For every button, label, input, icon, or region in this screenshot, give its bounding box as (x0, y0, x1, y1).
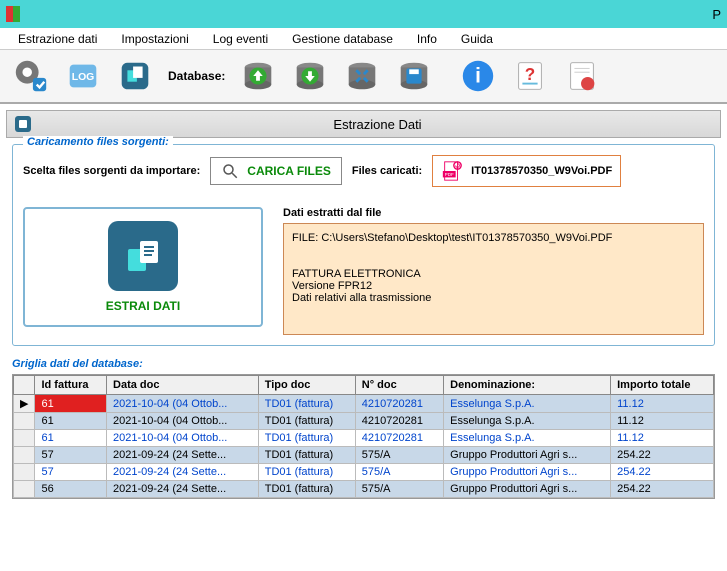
db-download-button[interactable] (285, 53, 335, 99)
grid-header-row: Id fatturaData docTipo docN° docDenomina… (14, 376, 714, 395)
carica-files-label: CARICA FILES (247, 164, 331, 178)
search-icon (221, 162, 239, 180)
panel-icon (15, 116, 31, 132)
extract-data-button[interactable]: ESTRAI DATI (23, 207, 263, 327)
database-label: Database: (168, 69, 225, 83)
titlebar-text: P (28, 7, 721, 22)
help-button[interactable]: ? (505, 53, 555, 99)
db-save-button[interactable] (389, 53, 439, 99)
col-header[interactable]: Data doc (107, 376, 259, 395)
svg-text:i: i (475, 65, 481, 88)
dati-estratti-title: Dati estratti dal file (283, 207, 704, 219)
pdf-icon: PDF (441, 160, 463, 182)
grid-legend: Griglia dati del database: (12, 358, 715, 370)
scelta-label: Scelta files sorgenti da importare: (23, 165, 200, 177)
app-icon (6, 6, 20, 22)
caricamento-fieldset: Caricamento files sorgenti: Scelta files… (12, 144, 715, 346)
extract-label: ESTRAI DATI (106, 299, 180, 313)
col-header[interactable]: Tipo doc (258, 376, 355, 395)
caricamento-legend: Caricamento files sorgenti: (23, 136, 173, 148)
panel-header: Estrazione Dati (6, 110, 721, 138)
menubar: Estrazione datiImpostazioni Log eventiGes… (0, 28, 727, 50)
carica-files-button[interactable]: CARICA FILES (210, 157, 342, 185)
info-button[interactable]: i (453, 53, 503, 99)
titlebar: P (0, 0, 727, 28)
log-button[interactable]: LOG (58, 53, 108, 99)
menu-impostazioni[interactable]: Impostazioni (111, 30, 198, 48)
table-row[interactable]: 562021-09-24 (24 Sette...TD01 (fattura)5… (14, 481, 714, 498)
scan-button[interactable] (110, 53, 160, 99)
settings-gear-button[interactable] (6, 53, 56, 99)
col-header[interactable]: N° doc (355, 376, 443, 395)
extract-icon (108, 221, 178, 291)
db-compress-button[interactable] (337, 53, 387, 99)
loaded-file-box[interactable]: PDF IT01378570350_W9Voi.PDF (432, 155, 621, 187)
menu-guida[interactable]: Guida (451, 30, 503, 48)
toolbar: LOG Database: i ? (0, 50, 727, 104)
table-row[interactable]: 612021-10-04 (04 Ottob...TD01 (fattura)4… (14, 430, 714, 447)
col-header[interactable]: Denominazione: (444, 376, 611, 395)
grid-body: ▶612021-10-04 (04 Ottob...TD01 (fattura)… (14, 395, 714, 498)
table-row[interactable]: ▶612021-10-04 (04 Ottob...TD01 (fattura)… (14, 395, 714, 413)
col-header[interactable]: Importo totale (611, 376, 714, 395)
db-upload-button[interactable] (233, 53, 283, 99)
svg-text:PDF: PDF (445, 172, 454, 177)
col-header[interactable]: Id fattura (35, 376, 107, 395)
menu-estrazione-dati[interactable]: Estrazione dati (8, 30, 107, 48)
table-row[interactable]: 612021-10-04 (04 Ottob...TD01 (fattura)4… (14, 413, 714, 430)
data-grid[interactable]: Id fatturaData docTipo docN° docDenomina… (12, 374, 715, 499)
table-row[interactable]: 572021-09-24 (24 Sette...TD01 (fattura)5… (14, 464, 714, 481)
dati-estratti-box: FILE: C:\Users\Stefano\Desktop\test\IT01… (283, 223, 704, 335)
menu-gestione-database[interactable]: Gestione database (282, 30, 403, 48)
panel-title: Estrazione Dati (43, 117, 712, 132)
menu-log-eventi[interactable]: Log eventi (203, 30, 278, 48)
files-caricati-label: Files caricati: (352, 165, 422, 177)
loaded-file-name: IT01378570350_W9Voi.PDF (471, 165, 612, 177)
certificate-button[interactable] (557, 53, 607, 99)
svg-text:LOG: LOG (72, 72, 95, 83)
menu-info[interactable]: Info (407, 30, 447, 48)
svg-text:?: ? (525, 65, 535, 84)
table-row[interactable]: 572021-09-24 (24 Sette...TD01 (fattura)5… (14, 447, 714, 464)
